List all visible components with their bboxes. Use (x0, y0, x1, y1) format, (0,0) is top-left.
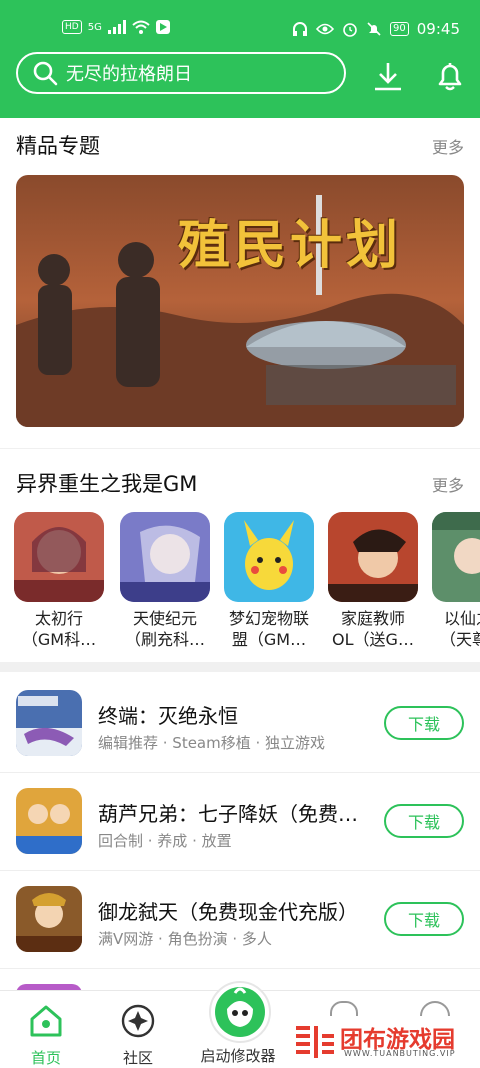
banner-title: 殖民计划 (178, 216, 403, 276)
launcher-button[interactable] (209, 981, 271, 1043)
launcher-mascot-icon (215, 987, 265, 1037)
notifications-button[interactable] (432, 58, 468, 94)
tab-home[interactable]: 首页 (6, 1003, 86, 1068)
download-button[interactable]: 下载 (384, 902, 464, 936)
app-notification-icon (155, 20, 170, 34)
game-card[interactable]: 梦幻宠物联 盟（GM… (224, 512, 314, 650)
eye-icon (316, 23, 335, 35)
game-card[interactable]: 家庭教师 OL（送G… (328, 512, 418, 650)
tab-community[interactable]: 社区 (98, 1003, 178, 1068)
download-manager-button[interactable] (370, 58, 406, 94)
game-list-item[interactable]: 终端：灭绝永恒 编辑推荐 · Steam移植 · 独立游戏 下载 (0, 674, 480, 772)
download-button[interactable]: 下载 (384, 804, 464, 838)
watermark-url: WWW.TUANBUTING.VIP (344, 1049, 456, 1058)
network-label: 5G (87, 21, 102, 33)
tab-launcher-label: 启动修改器 (200, 1047, 276, 1065)
section-divider-thick (0, 662, 480, 672)
collection-section-title: 异界重生之我是GM (16, 472, 198, 496)
featured-more-link[interactable]: 更多 (432, 134, 464, 158)
game-list-title: 终端：灭绝永恒 (98, 704, 238, 728)
game-list-title: 葫芦兄弟：七子降妖（免费… (98, 802, 358, 826)
watermark-logo-mark (296, 1026, 334, 1058)
game-card[interactable]: 太初行 （GM科… (14, 512, 104, 650)
signal-icon (107, 20, 126, 34)
game-name-line2: 盟（GM… (231, 630, 307, 649)
game-icon (328, 512, 418, 602)
game-card[interactable]: 天使纪元 （刷充科… (120, 512, 210, 650)
status-time: 09:45 (416, 20, 460, 38)
game-name-line2: （刷充科… (124, 630, 205, 649)
tab-home-label: 首页 (30, 1049, 61, 1067)
bell-icon (438, 63, 462, 91)
tab-community-label: 社区 (122, 1049, 153, 1067)
battery-level: 90 (390, 22, 409, 36)
site-watermark-logo: 团布游戏园 WWW.TUANBUTING.VIP (286, 1016, 480, 1067)
game-list-tags: 编辑推荐 · Steam移植 · 独立游戏 (98, 734, 326, 752)
game-list-icon (16, 788, 82, 854)
game-list-item[interactable]: 葫芦兄弟：七子降妖（免费… 回合制 · 养成 · 放置 下载 (0, 772, 480, 870)
search-icon (33, 61, 58, 86)
header: HD 5G 90 09:45 无尽的拉格朗日 (0, 0, 480, 118)
game-icon (120, 512, 210, 602)
mute-bell-icon (367, 22, 381, 36)
game-name-line1: 家庭教师 (340, 609, 405, 628)
featured-banner[interactable]: 殖民计划 (16, 175, 464, 427)
game-icon (432, 512, 480, 602)
game-list-tags: 回合制 · 养成 · 放置 (98, 832, 232, 850)
game-name-line1: 天使纪元 (132, 609, 197, 628)
section-divider (0, 448, 480, 449)
download-button[interactable]: 下载 (384, 706, 464, 740)
list-separator (0, 968, 480, 969)
game-list-icon (16, 886, 82, 952)
game-carousel: 太初行 （GM科… 天使纪元 （刷充科… 梦幻宠物联 盟（GM… 家庭教师 OL… (0, 512, 480, 652)
game-list-item[interactable]: 御龙弑天（免费现金代充版） 满V网游 · 角色扮演 · 多人 下载 (0, 870, 480, 968)
hd-badge: HD (62, 20, 82, 34)
status-bar: HD 5G 90 09:45 (0, 0, 480, 60)
headphones-icon (293, 22, 308, 36)
search-bar[interactable]: 无尽的拉格朗日 (16, 52, 346, 94)
collection-more-link[interactable]: 更多 (432, 472, 464, 496)
game-name-line2: （GM科… (21, 630, 97, 649)
game-icon (14, 512, 104, 602)
wifi-icon (132, 20, 150, 34)
game-name-line1: 梦幻宠物联 (228, 609, 309, 628)
game-name-line1: 太初行 (34, 609, 83, 628)
download-icon (375, 63, 401, 91)
community-icon (121, 1004, 155, 1038)
game-list-title: 御龙弑天（免费现金代充版） (98, 900, 358, 924)
game-icon (224, 512, 314, 602)
game-name-line1: 以仙之 (444, 609, 480, 628)
alarm-icon (343, 23, 357, 37)
game-name-line2: OL（送G… (332, 630, 414, 649)
game-card[interactable]: 以仙之 （天尊… (432, 512, 480, 650)
featured-section-title: 精品专题 (16, 134, 100, 158)
game-list-icon (16, 690, 82, 756)
game-name-line2: （天尊… (440, 630, 480, 649)
game-list-tags: 满V网游 · 角色扮演 · 多人 (98, 930, 272, 948)
home-icon (30, 1005, 62, 1037)
search-placeholder: 无尽的拉格朗日 (66, 64, 192, 85)
